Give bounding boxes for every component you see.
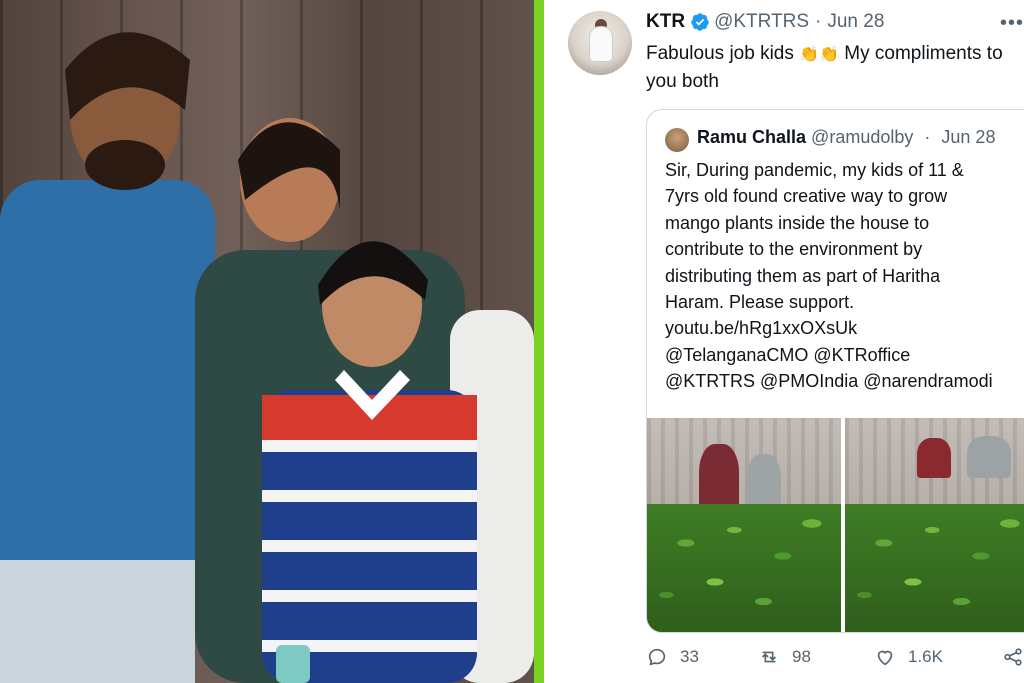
quoted-author-avatar: [665, 128, 689, 152]
quoted-media: [647, 418, 1024, 632]
header-separator: ·: [815, 11, 822, 32]
mango-plants-photo-1[interactable]: [647, 418, 841, 632]
tweet-text-part1: Fabulous job kids: [646, 43, 794, 64]
mango-plants: [845, 504, 1024, 632]
verified-badge-icon: [691, 13, 709, 31]
reply-icon: [648, 648, 666, 666]
heart-icon: [877, 650, 893, 666]
tweet-header: KTR @KTRTRS · Jun 28: [646, 11, 884, 33]
author-avatar[interactable]: [568, 11, 632, 75]
author-name[interactable]: KTR: [646, 11, 685, 33]
quoted-text-line: Sir, During pandemic, my kids of 11 &: [665, 160, 964, 180]
quoted-text-line: contribute to the environment by: [665, 239, 923, 260]
reply-count: 33: [680, 647, 699, 666]
retweet-icon: [761, 651, 777, 663]
share-button[interactable]: [1002, 646, 1024, 668]
quoted-tweet-header: Ramu Challa @ramudolby · Jun 28: [697, 127, 995, 148]
kid-figure: [917, 438, 951, 478]
mango-plants-photo-2[interactable]: [845, 418, 1024, 632]
quoted-text-line: mango plants inside the house to: [665, 212, 930, 233]
quoted-text-line: distributing them as part of Haritha: [665, 265, 941, 286]
mango-plants: [647, 504, 841, 632]
quoted-link: youtu.be/hRg1xxOXsUk: [665, 318, 858, 339]
like-count: 1.6K: [908, 647, 943, 666]
quoted-mentions-line: @TelanganaCMO @KTRoffice: [665, 344, 911, 365]
people-illustration: [0, 32, 534, 683]
author-handle[interactable]: @KTRTRS: [714, 11, 809, 33]
more-horizontal-icon[interactable]: •••: [1000, 12, 1024, 35]
kid-figure: [967, 436, 1011, 478]
quoted-author-handle: @ramudolby: [811, 127, 914, 147]
tweet-actions: 33 98 1.6K: [646, 646, 1024, 674]
quoted-mentions-line: @KTRTRS @PMOIndia @narendramodi: [665, 371, 993, 392]
reply-button[interactable]: 33: [646, 646, 699, 668]
avatar-figure: [590, 27, 612, 61]
share-icon: [1004, 648, 1022, 666]
clapping-hands-emoji: 👏👏: [799, 46, 839, 63]
quoted-author-name: Ramu Challa: [697, 127, 807, 147]
tweet-date[interactable]: Jun 28: [827, 11, 884, 33]
quoted-text-line: Haram. Please support.: [665, 292, 855, 313]
green-divider: [534, 0, 544, 683]
quoted-tweet[interactable]: Ramu Challa @ramudolby · Jun 28 Sir, Dur…: [646, 109, 1024, 633]
tweet-text: Fabulous job kids 👏👏 My compliments to y…: [646, 40, 1016, 95]
quoted-tweet-date: Jun 28: [941, 127, 996, 147]
quoted-header-separator: ·: [924, 127, 931, 147]
quoted-text-line: 7yrs old found creative way to grow: [665, 186, 948, 207]
quoted-tweet-text: Sir, During pandemic, my kids of 11 & 7y…: [665, 157, 1024, 395]
retweet-button[interactable]: 98: [758, 646, 811, 668]
kid-figure: [747, 454, 781, 512]
family-photo: [0, 0, 534, 683]
like-button[interactable]: 1.6K: [874, 646, 943, 668]
retweet-count: 98: [792, 647, 811, 666]
